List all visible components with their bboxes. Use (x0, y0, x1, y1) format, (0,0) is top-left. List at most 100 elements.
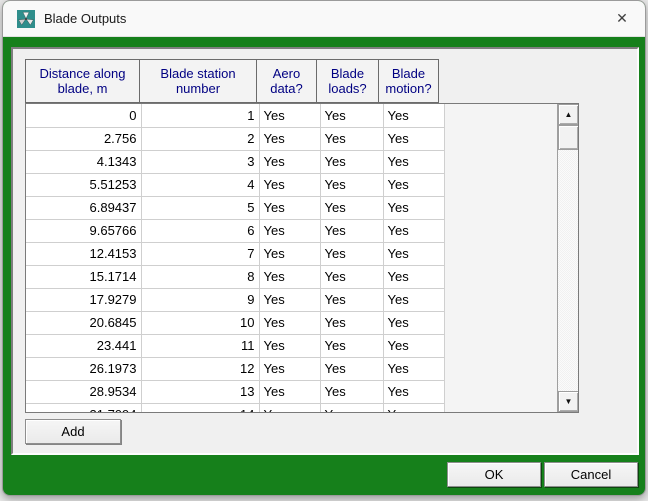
window-title: Blade Outputs (44, 11, 126, 26)
table-cell[interactable]: Yes (320, 127, 383, 150)
table-cell[interactable]: Yes (383, 380, 444, 403)
header-blade-motion: Blade motion? (378, 59, 439, 103)
table-cell[interactable]: 11 (141, 334, 259, 357)
table-cell[interactable]: Yes (259, 104, 320, 127)
table-cell[interactable]: 26.1973 (26, 357, 141, 380)
close-icon[interactable]: ✕ (599, 1, 645, 36)
table-cell[interactable]: Yes (383, 288, 444, 311)
table-cell[interactable]: 6.89437 (26, 196, 141, 219)
table-row[interactable]: 28.953413YesYesYes (26, 380, 444, 403)
table-cell[interactable]: 20.6845 (26, 311, 141, 334)
table-cell[interactable]: Yes (383, 196, 444, 219)
table-cell[interactable]: Yes (259, 173, 320, 196)
table-cell[interactable]: 6 (141, 219, 259, 242)
table-cell[interactable]: 2 (141, 127, 259, 150)
vertical-scrollbar[interactable]: ▲ ▼ (557, 104, 578, 412)
table-cell[interactable]: Yes (383, 219, 444, 242)
table-cell[interactable]: Yes (320, 380, 383, 403)
table-cell[interactable]: 23.441 (26, 334, 141, 357)
scroll-up-icon[interactable]: ▲ (558, 104, 579, 125)
ok-button[interactable]: OK (447, 462, 541, 487)
table-row[interactable]: 12.41537YesYesYes (26, 242, 444, 265)
table-cell[interactable]: 10 (141, 311, 259, 334)
table-cell[interactable]: Yes (259, 403, 320, 413)
table-cell[interactable]: 28.9534 (26, 380, 141, 403)
table-cell[interactable]: 9 (141, 288, 259, 311)
table-cell[interactable]: Yes (320, 104, 383, 127)
table-cell[interactable]: Yes (320, 265, 383, 288)
table-cell[interactable]: 15.1714 (26, 265, 141, 288)
table-row[interactable]: 9.657666YesYesYes (26, 219, 444, 242)
table-row[interactable]: 2.7562YesYesYes (26, 127, 444, 150)
table-cell[interactable]: Yes (259, 265, 320, 288)
table-cell[interactable]: 9.65766 (26, 219, 141, 242)
table-row[interactable]: 31.709414YesYesYes (26, 403, 444, 413)
table-cell[interactable]: Yes (259, 242, 320, 265)
blade-stations-table: 01YesYesYes2.7562YesYesYes4.13433YesYesY… (26, 104, 445, 413)
table-cell[interactable]: Yes (320, 334, 383, 357)
table-cell[interactable]: 14 (141, 403, 259, 413)
table-row[interactable]: 26.197312YesYesYes (26, 357, 444, 380)
table-cell[interactable]: 12.4153 (26, 242, 141, 265)
table-cell[interactable]: 0 (26, 104, 141, 127)
table-cell[interactable]: Yes (320, 403, 383, 413)
table-cell[interactable]: Yes (383, 357, 444, 380)
table-row[interactable]: 5.512534YesYesYes (26, 173, 444, 196)
table-row[interactable]: 15.17148YesYesYes (26, 265, 444, 288)
table-cell[interactable]: Yes (383, 403, 444, 413)
table-cell[interactable]: Yes (259, 357, 320, 380)
table-cell[interactable]: 12 (141, 357, 259, 380)
table-cell[interactable]: Yes (320, 357, 383, 380)
table-cell[interactable]: Yes (259, 127, 320, 150)
table-cell[interactable]: 7 (141, 242, 259, 265)
table-row[interactable]: 4.13433YesYesYes (26, 150, 444, 173)
table-cell[interactable]: Yes (320, 173, 383, 196)
table-cell[interactable]: Yes (383, 127, 444, 150)
add-button[interactable]: Add (25, 419, 121, 444)
table-cell[interactable]: Yes (259, 380, 320, 403)
table-cell[interactable]: 5.51253 (26, 173, 141, 196)
scroll-down-icon[interactable]: ▼ (558, 391, 579, 412)
table-cell[interactable]: Yes (259, 196, 320, 219)
table-cell[interactable]: Yes (320, 311, 383, 334)
header-blade-loads: Blade loads? (316, 59, 379, 103)
table-row[interactable]: 17.92799YesYesYes (26, 288, 444, 311)
cancel-button[interactable]: Cancel (544, 462, 638, 487)
table-cell[interactable]: 1 (141, 104, 259, 127)
table-cell[interactable]: Yes (383, 150, 444, 173)
table-cell[interactable]: Yes (259, 219, 320, 242)
table-data-region: 01YesYesYes2.7562YesYesYes4.13433YesYesY… (25, 103, 579, 413)
table-cell[interactable]: 8 (141, 265, 259, 288)
table-cell[interactable]: 5 (141, 196, 259, 219)
table-cell[interactable]: Yes (383, 104, 444, 127)
table-cell[interactable]: Yes (320, 288, 383, 311)
table-cell[interactable]: Yes (259, 334, 320, 357)
table-cell[interactable]: Yes (259, 311, 320, 334)
table-row[interactable]: 23.44111YesYesYes (26, 334, 444, 357)
header-distance: Distance along blade, m (25, 59, 140, 103)
table-cell[interactable]: 2.756 (26, 127, 141, 150)
table-cell[interactable]: 31.7094 (26, 403, 141, 413)
table-cell[interactable]: Yes (259, 288, 320, 311)
table-cell[interactable]: Yes (320, 196, 383, 219)
table-cell[interactable]: 13 (141, 380, 259, 403)
table-cell[interactable]: Yes (383, 334, 444, 357)
table-cell[interactable]: Yes (383, 242, 444, 265)
table-cell[interactable]: Yes (320, 242, 383, 265)
table-cell[interactable]: Yes (320, 219, 383, 242)
table-header-row: Distance along blade, m Blade station nu… (25, 59, 439, 103)
table-cell[interactable]: 4 (141, 173, 259, 196)
table-cell[interactable]: Yes (383, 173, 444, 196)
scrollbar-thumb[interactable] (558, 125, 579, 150)
table-row[interactable]: 20.684510YesYesYes (26, 311, 444, 334)
table-row[interactable]: 01YesYesYes (26, 104, 444, 127)
table-cell[interactable]: 3 (141, 150, 259, 173)
table-row[interactable]: 6.894375YesYesYes (26, 196, 444, 219)
header-aero-data: Aero data? (256, 59, 317, 103)
table-cell[interactable]: 4.1343 (26, 150, 141, 173)
table-cell[interactable]: 17.9279 (26, 288, 141, 311)
table-cell[interactable]: Yes (383, 311, 444, 334)
table-cell[interactable]: Yes (259, 150, 320, 173)
table-cell[interactable]: Yes (383, 265, 444, 288)
table-cell[interactable]: Yes (320, 150, 383, 173)
